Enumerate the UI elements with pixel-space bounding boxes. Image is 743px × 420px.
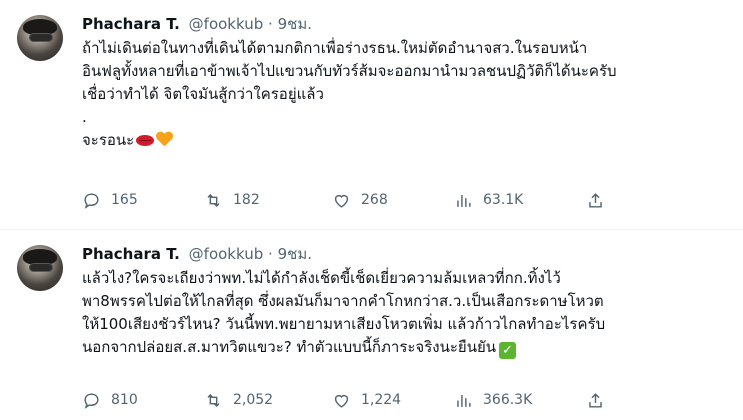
heart-icon	[334, 194, 349, 208]
timestamp[interactable]: 9ชม.	[278, 245, 312, 263]
lips-icon	[136, 135, 155, 146]
tweet-text: ถ้าไม่เดินต่อในทางที่เดินได้ตามกติกาเพื่…	[82, 37, 617, 152]
tweet-line: อินฟลูทั้งหลายที่เอาข้าพเจ้าไปแขวนกับทัว…	[82, 62, 617, 80]
tweet-line: เชื่อว่าทำได้ จิตใจมันสู้กว่าใครอยู่แล้ว	[82, 85, 324, 103]
reply-icon	[84, 192, 99, 209]
avatar[interactable]	[17, 245, 63, 291]
tweet[interactable]: Phachara T. @fookkub · 9ชม. ถ้าไม่เดินต่…	[0, 0, 743, 230]
retweet-count: 2,052	[233, 392, 274, 408]
tweet-line: พา8พรรคไปต่อให้ไกลที่สุด ซึ่งผลมันก็มาจา…	[82, 292, 604, 310]
tweet-line: ให้100เสียงชัวร์ไหน? วันนี้พท.พยายามหาเส…	[82, 315, 606, 333]
tweet-line-last: นอกจากปล่อยส.ส.มาทวิตแขวะ? ทำตัวแบบนี้ก็…	[82, 336, 605, 359]
view-count: 366.3K	[483, 392, 533, 408]
author-name[interactable]: Phachara T.	[82, 15, 180, 33]
like-count: 1,224	[361, 392, 402, 408]
retweet-icon	[207, 193, 220, 207]
tweet-line: แล้วไง?ใครจะเถียงว่าพท.ไม่ได้กำลังเช็ดขี…	[82, 269, 561, 287]
analytics-icon	[457, 394, 471, 407]
avatar[interactable]	[17, 15, 63, 61]
tweet-header: Phachara T. @fookkub · 9ชม.	[82, 14, 312, 34]
tweet-header: Phachara T. @fookkub · 9ชม.	[82, 244, 312, 264]
reply-count: 810	[111, 392, 138, 408]
share-button[interactable]	[586, 189, 605, 211]
author-handle[interactable]: @fookkub	[189, 15, 264, 33]
share-icon	[589, 392, 602, 408]
tweet-line-last: จะรอนะ	[82, 129, 617, 152]
view-count: 63.1K	[483, 192, 524, 208]
author-name[interactable]: Phachara T.	[82, 245, 180, 263]
orange-heart-icon	[156, 132, 173, 147]
heart-icon	[334, 394, 349, 408]
separator-dot: ·	[268, 245, 273, 263]
reply-button[interactable]: 810	[82, 389, 138, 411]
like-button[interactable]: 1,224	[332, 389, 401, 411]
retweet-button[interactable]: 182	[204, 189, 260, 211]
share-icon	[589, 192, 602, 208]
tweet-line: นอกจากปล่อยส.ส.มาทวิตแขวะ? ทำตัวแบบนี้ก็…	[82, 338, 497, 356]
reply-icon	[84, 392, 99, 409]
tweet-actions: 810 2,052 1,224 366.3K	[82, 389, 622, 411]
author-handle[interactable]: @fookkub	[189, 245, 264, 263]
check-mark-icon: ✓	[499, 342, 517, 359]
tweet-actions: 165 182 268 63.1K	[82, 189, 622, 211]
timestamp[interactable]: 9ชม.	[278, 15, 312, 33]
analytics-icon	[457, 194, 471, 207]
tweet-line: ถ้าไม่เดินต่อในทางที่เดินได้ตามกติกาเพื่…	[82, 39, 588, 57]
reply-count: 165	[111, 192, 138, 208]
views-button[interactable]: 366.3K	[454, 389, 532, 411]
like-button[interactable]: 268	[332, 189, 388, 211]
tweet-line: .	[82, 108, 87, 126]
retweet-count: 182	[233, 192, 260, 208]
views-button[interactable]: 63.1K	[454, 189, 523, 211]
retweet-button[interactable]: 2,052	[204, 389, 273, 411]
share-button[interactable]	[586, 389, 605, 411]
reply-button[interactable]: 165	[82, 189, 138, 211]
retweet-icon	[207, 393, 220, 407]
tweet[interactable]: Phachara T. @fookkub · 9ชม. แล้วไง?ใครจะ…	[0, 230, 743, 420]
tweet-line: จะรอนะ	[82, 131, 135, 149]
tweet-text: แล้วไง?ใครจะเถียงว่าพท.ไม่ได้กำลังเช็ดขี…	[82, 267, 605, 359]
like-count: 268	[361, 192, 388, 208]
separator-dot: ·	[268, 15, 273, 33]
